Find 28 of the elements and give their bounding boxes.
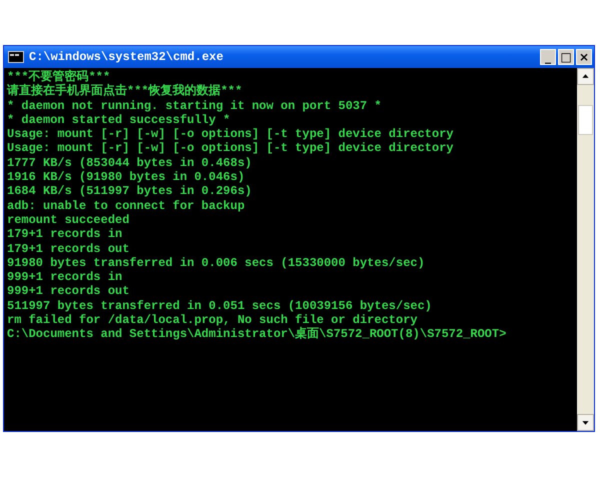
console-line: * daemon started successfully *: [7, 112, 230, 128]
console-line: remount succeeded: [7, 212, 130, 228]
console-line: 999+1 records in: [7, 270, 122, 284]
scroll-thumb[interactable]: [578, 104, 593, 134]
console-line: C:\Documents and Settings\Administrator\桌面\S7572_ROOT(8)\S7572_ROOT>: [7, 327, 506, 342]
console-line: 1684 KB/s (511997 bytes in 0.296s): [7, 184, 252, 199]
console-line: 1777 KB/s (853044 bytes in 0.468s): [7, 156, 252, 170]
console-line: 1916 KB/s (91980 bytes in 0.046s): [7, 170, 245, 184]
maximize-button[interactable]: □: [558, 49, 574, 65]
scroll-up-icon[interactable]: [577, 68, 594, 85]
close-button[interactable]: ×: [576, 49, 592, 65]
minimize-button[interactable]: _: [540, 49, 556, 65]
console-line: Usage: mount [-r] [-w] [-o options] [-t type] device directory: [7, 141, 454, 156]
console-line: 请直接在手机界面点击***恢复我的数据***: [7, 84, 242, 99]
console-line: adb: unable to connect for backup: [7, 198, 245, 213]
scroll-down-icon[interactable]: [577, 414, 594, 431]
console-line: 511997 bytes transferred in 0.051 secs (10039156 bytes/sec): [7, 298, 432, 314]
console-line: Usage: mount [-r] [-w] [-o options] [-t type] device directory: [7, 127, 454, 142]
console-line: ***不要管密码***: [7, 70, 110, 84]
console-line: 179+1 records in: [7, 227, 122, 242]
console-line: rm failed for /data/local.prop, No such file or directory: [7, 313, 418, 328]
window-title: C:\windows\system32\cmd.exe: [29, 49, 224, 66]
console-line: 91980 bytes transferred in 0.006 secs (15330000 bytes/sec): [7, 256, 425, 270]
console-line: 999+1 records out: [7, 284, 130, 299]
scrollbar[interactable]: [577, 68, 594, 431]
console-icon: [8, 51, 24, 63]
console-line: * daemon not running. starting it now on port 5037 *: [7, 98, 382, 113]
console-line: 179+1 records out: [7, 242, 130, 256]
